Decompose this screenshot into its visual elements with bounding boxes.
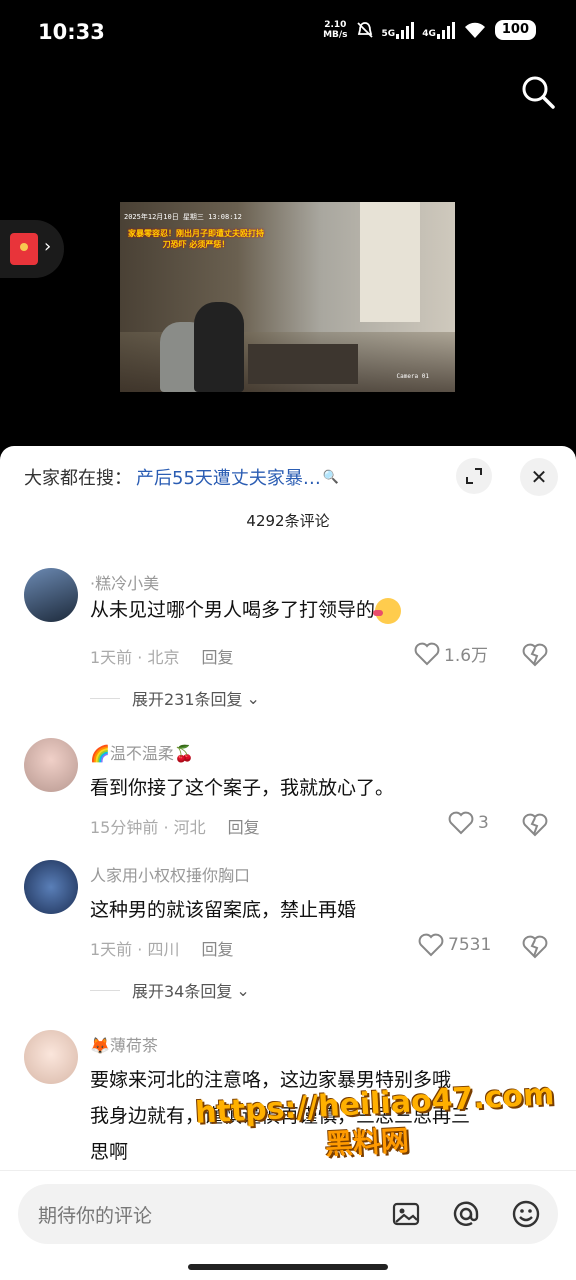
video-scene-table (248, 344, 358, 384)
comment-text: 从未见过哪个男人喝多了打领导的 (90, 592, 530, 628)
search-icon: 🔍 (322, 469, 340, 485)
comment-meta: 15分钟前 · 河北 回复 (90, 814, 260, 838)
emoji-icon (373, 597, 402, 624)
like-count: 3 (478, 813, 489, 833)
reply-button[interactable]: 回复 (201, 644, 233, 668)
comment-username[interactable]: 🦊薄荷茶 (90, 1032, 158, 1056)
hot-search-bar[interactable]: 大家都在搜： 产后55天遭丈夫家暴… 🔍 (24, 464, 339, 490)
divider (90, 989, 120, 991)
divider (90, 697, 120, 699)
red-envelope-icon (10, 233, 38, 265)
divider (0, 1170, 576, 1171)
dislike-broken-heart-icon[interactable] (522, 642, 548, 668)
avatar[interactable] (24, 860, 78, 914)
expand-replies-button[interactable]: 展开34条回复 ⌄ (90, 978, 250, 1002)
heart-icon (448, 811, 474, 835)
comment-input[interactable]: 期待你的评论 (18, 1184, 558, 1244)
comment-input-placeholder: 期待你的评论 (38, 1205, 153, 1227)
red-packet-button[interactable]: › (0, 220, 64, 278)
close-button[interactable]: ✕ (520, 458, 558, 496)
like-count: 1.6万 (444, 646, 489, 666)
fox-icon: 🦊 (90, 1036, 110, 1055)
at-mention-icon[interactable] (450, 1198, 482, 1230)
mute-bell-icon (356, 22, 373, 38)
comment-time-location: 15分钟前 · 河北 (90, 818, 206, 837)
video-scene-door (360, 202, 420, 322)
video-timestamp: 2025年12月10日 星期三 13:08:12 (124, 213, 242, 221)
signal-5g-icon: 5G (382, 21, 415, 39)
comment-time-location: 1天前 · 四川 (90, 940, 180, 959)
avatar[interactable] (24, 738, 78, 792)
hot-search-label: 大家都在搜： (24, 468, 132, 489)
dislike-broken-heart-icon[interactable] (522, 812, 548, 838)
expand-replies-button[interactable]: 展开231条回复 ⌄ (90, 686, 260, 710)
heart-icon (414, 642, 440, 665)
clock: 10:33 (38, 20, 105, 44)
chevron-right-icon: › (44, 236, 52, 257)
comment-username[interactable]: ·糕冷小美 (90, 570, 159, 594)
comment-username[interactable]: 人家用小权权捶你胸口 (90, 862, 250, 886)
comment-meta: 1天前 · 北京 回复 (90, 644, 233, 668)
hot-search-query[interactable]: 产后55天遭丈夫家暴… (136, 464, 321, 490)
like-button[interactable]: 1.6万 (414, 641, 488, 666)
video-player[interactable]: 2025年12月10日 星期三 13:08:12 家暴零容忍！刚出月子即遭丈夫殴… (120, 202, 455, 392)
search-icon[interactable] (520, 74, 556, 110)
signal-4g-icon: 4G (422, 21, 455, 39)
comment-text: 这种男的就该留案底，禁止再婚 (90, 899, 357, 921)
expand-icon (466, 468, 482, 484)
expand-button[interactable] (456, 458, 492, 494)
dislike-broken-heart-icon[interactable] (522, 934, 548, 960)
chevron-down-icon: ⌄ (246, 688, 260, 708)
comment-time-location: 1天前 · 北京 (90, 648, 180, 667)
rainbow-icon: 🌈 (90, 744, 110, 763)
avatar[interactable] (24, 568, 78, 622)
network-speed: 2.10 MB/s (323, 20, 348, 40)
chevron-down-icon: ⌄ (236, 980, 250, 1000)
battery-indicator: 100 (494, 20, 536, 40)
emoji-icon[interactable] (510, 1198, 542, 1230)
wifi-icon (464, 22, 485, 38)
heart-icon (418, 933, 444, 957)
home-indicator[interactable] (188, 1264, 388, 1270)
comment-text: 看到你接了这个案子，我就放心了。 (90, 777, 395, 799)
reply-button[interactable]: 回复 (201, 936, 233, 960)
comment-meta: 1天前 · 四川 回复 (90, 936, 233, 960)
video-camera-label: Camera 01 (396, 373, 429, 380)
status-bar: 10:33 2.10 MB/s 5G 4G 100 (0, 0, 576, 66)
like-count: 7531 (448, 935, 492, 955)
comment-count: 4292条评论 (246, 512, 330, 530)
reply-button[interactable]: 回复 (228, 814, 260, 838)
video-caption: 家暴零容忍！刚出月子即遭丈夫殴打持刀恐吓 必须严惩！ (128, 229, 264, 249)
comment-username[interactable]: 🌈温不温柔🍒 (90, 740, 194, 764)
image-icon[interactable] (390, 1198, 422, 1230)
avatar[interactable] (24, 1030, 78, 1084)
status-icons: 2.10 MB/s 5G 4G 100 (323, 20, 536, 40)
close-icon: ✕ (530, 465, 548, 489)
like-button[interactable]: 3 (448, 811, 489, 835)
video-scene-person (194, 302, 244, 392)
like-button[interactable]: 7531 (418, 933, 491, 957)
cherry-icon: 🍒 (173, 744, 194, 763)
